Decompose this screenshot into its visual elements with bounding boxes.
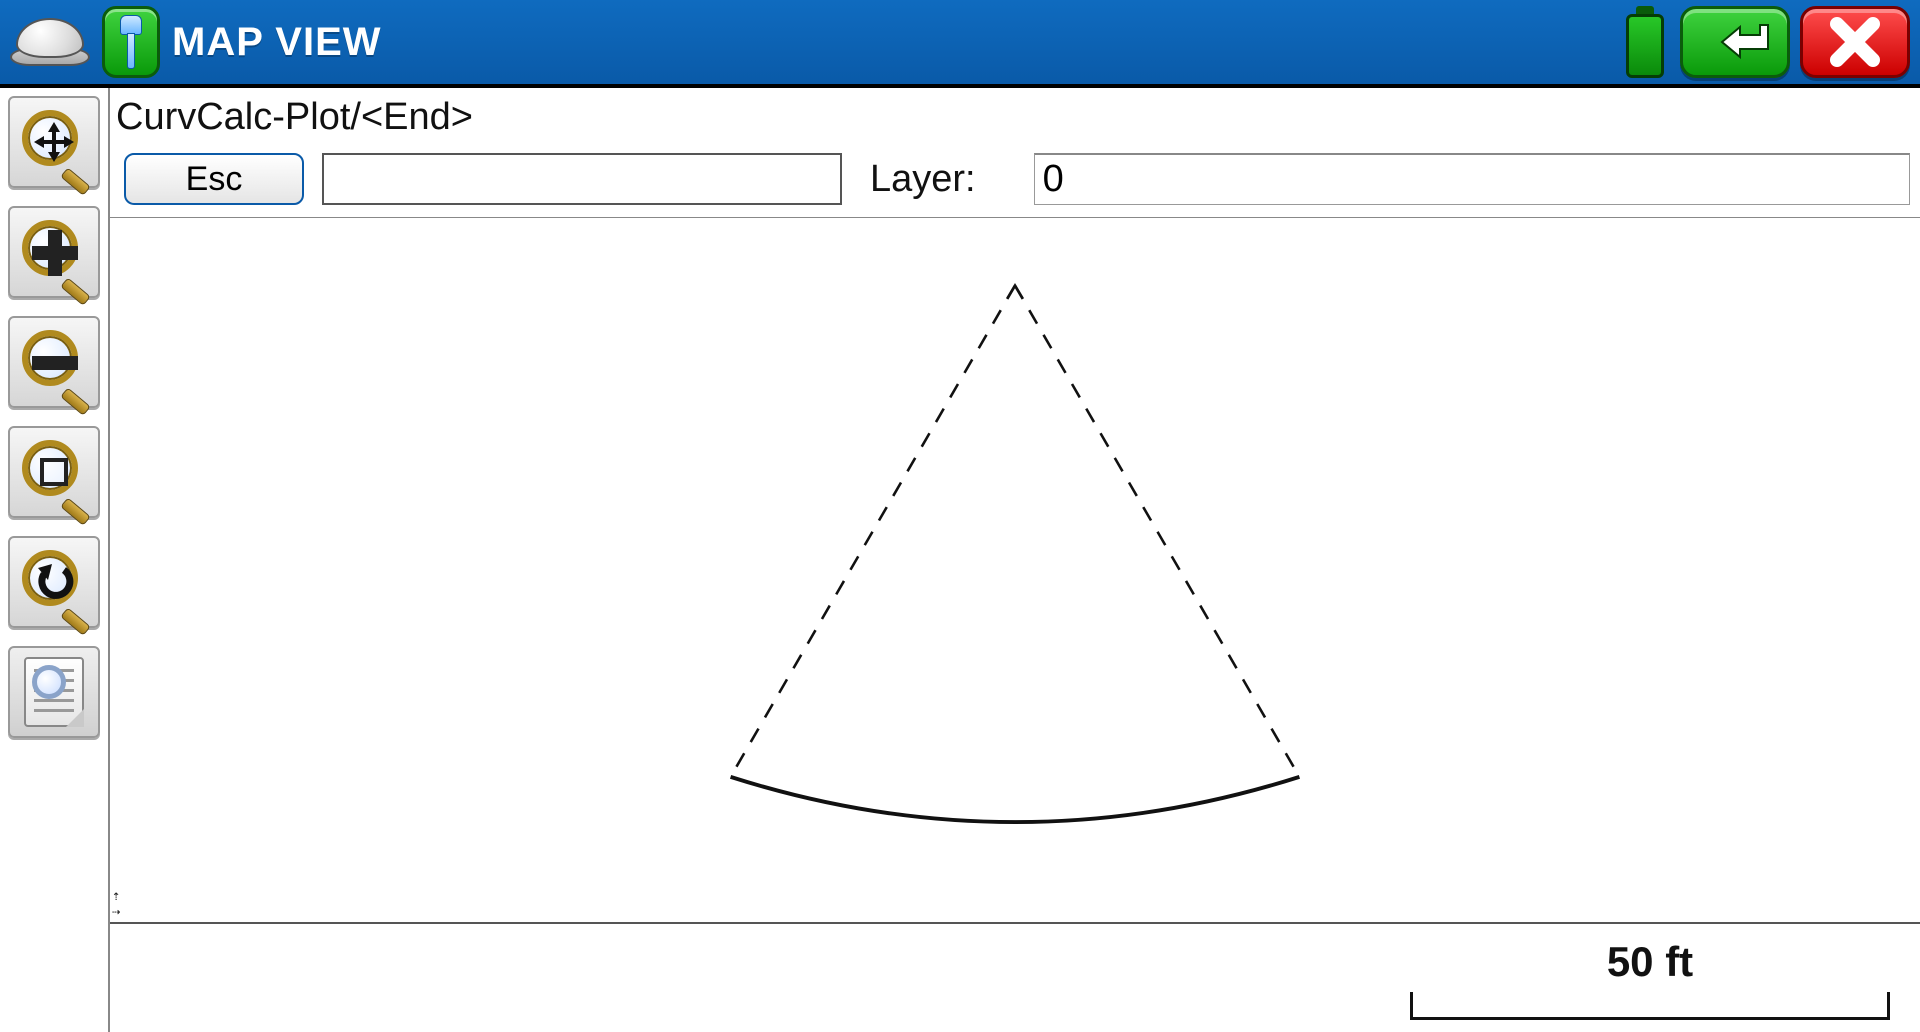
minus-icon <box>10 318 98 406</box>
scalebar-zone: 50 ft <box>110 922 1920 1032</box>
scalebar: 50 ft <box>1410 938 1890 1020</box>
scalebar-label: 50 ft <box>1607 938 1693 986</box>
zoom-out-button[interactable] <box>8 316 100 408</box>
plus-icon <box>10 208 98 296</box>
breadcrumb: CurvCalc-Plot/<End> <box>110 88 1920 145</box>
command-row: Esc Layer: <box>110 145 1920 217</box>
layer-field[interactable] <box>1034 153 1910 205</box>
main-area: CurvCalc-Plot/<End> Esc Layer: ⇡⇢ 50 ft <box>0 88 1920 1032</box>
zoom-in-button[interactable] <box>8 206 100 298</box>
hardhat-icon[interactable] <box>10 12 90 72</box>
titlebar: MAP VIEW <box>0 0 1920 88</box>
layer-label: Layer: <box>870 158 976 201</box>
probe-icon <box>120 15 142 69</box>
zoom-previous-button[interactable] <box>8 536 100 628</box>
undo-icon <box>34 562 74 607</box>
close-x-icon <box>1827 14 1883 70</box>
command-input[interactable] <box>322 153 842 205</box>
origin-marker: ⇡⇢ <box>112 888 120 920</box>
back-arrow-icon <box>1700 19 1770 65</box>
content-area: CurvCalc-Plot/<End> Esc Layer: ⇡⇢ 50 ft <box>110 88 1920 1032</box>
zoom-extents-button[interactable] <box>8 96 100 188</box>
window-icon <box>40 458 68 486</box>
zoom-window-button[interactable] <box>8 426 100 518</box>
page-title: MAP VIEW <box>172 20 382 65</box>
tool-sidebar <box>0 88 110 1032</box>
pan-arrows-icon <box>34 122 74 167</box>
scalebar-bar <box>1410 992 1890 1020</box>
page-view-button[interactable] <box>8 646 100 738</box>
map-drawing <box>110 218 1920 922</box>
titlebar-left: MAP VIEW <box>10 6 382 78</box>
back-button[interactable] <box>1680 6 1790 78</box>
battery-icon <box>1620 6 1670 78</box>
close-button[interactable] <box>1800 6 1910 78</box>
map-canvas[interactable]: ⇡⇢ <box>110 217 1920 922</box>
instrument-button[interactable] <box>102 6 160 78</box>
page-icon <box>24 657 84 727</box>
esc-button[interactable]: Esc <box>124 153 304 205</box>
